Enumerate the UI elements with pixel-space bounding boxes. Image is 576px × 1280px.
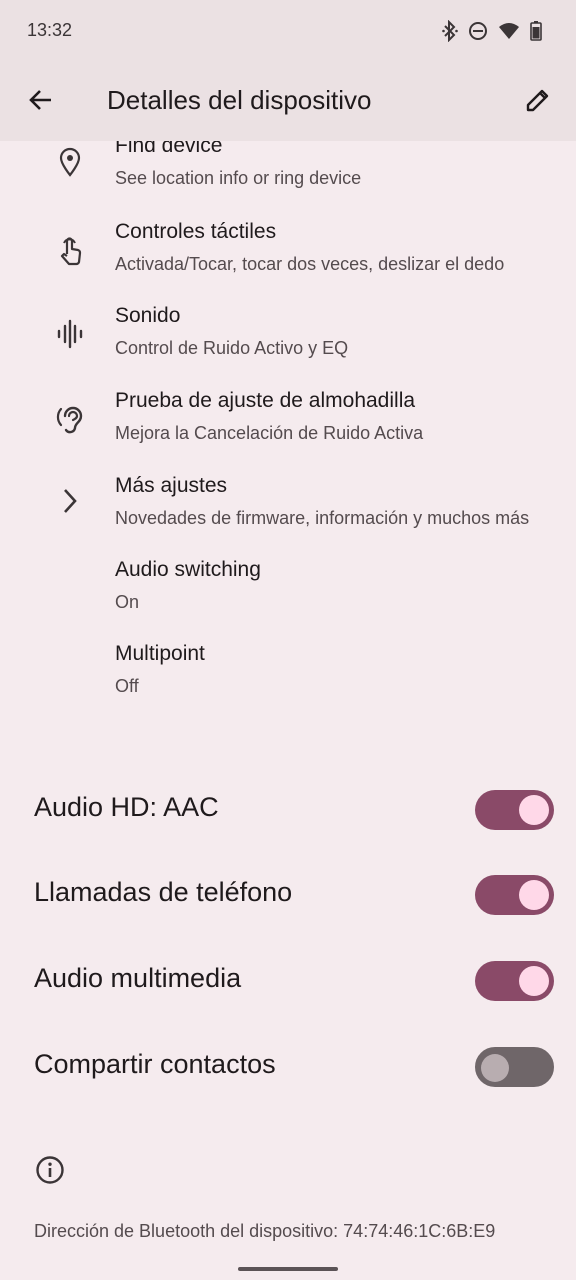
status-time: 13:32 <box>27 20 73 40</box>
sound-wave-icon <box>50 314 90 354</box>
bluetooth-address: Dirección de Bluetooth del dispositivo: … <box>34 1221 496 1241</box>
media-audio-switch[interactable] <box>475 961 554 1001</box>
phone-calls-switch[interactable] <box>475 875 554 915</box>
back-button[interactable] <box>22 84 58 120</box>
location-pin-icon <box>50 142 90 182</box>
contact-sharing-switch[interactable] <box>475 1047 554 1087</box>
switch-thumb <box>481 1054 509 1082</box>
status-icons <box>442 18 542 44</box>
list-item-subtitle: See location info or ring device <box>115 168 362 188</box>
page-title: Detalles del dispositivo <box>107 85 372 115</box>
toggle-row-media-audio[interactable]: Audio multimedia <box>0 941 576 1021</box>
settings-list: Find device See location info or ring de… <box>0 141 576 741</box>
pencil-icon <box>525 87 551 118</box>
list-item-title: Más ajustes <box>115 474 228 497</box>
list-item-subtitle: Control de Ruido Activo y EQ <box>115 338 349 358</box>
switch-thumb <box>519 966 549 996</box>
list-item-touch-controls[interactable]: Controles táctiles Activada/Tocar, tocar… <box>0 216 576 300</box>
list-item-title: Controles táctiles <box>115 220 277 243</box>
list-item-subtitle: On <box>115 592 140 612</box>
list-item-title: Find device <box>115 141 223 157</box>
edit-button[interactable] <box>520 84 556 120</box>
list-item-subtitle: Activada/Tocar, tocar dos veces, desliza… <box>115 254 505 274</box>
list-item-subtitle: Novedades de firmware, información y muc… <box>115 508 530 528</box>
toggle-row-contact-sharing[interactable]: Compartir contactos <box>0 1027 576 1107</box>
toggle-label: Compartir contactos <box>34 1049 276 1079</box>
list-item-title: Audio switching <box>115 558 261 581</box>
switch-thumb <box>519 795 549 825</box>
switch-thumb <box>519 880 549 910</box>
list-item-subtitle: Off <box>115 676 139 696</box>
list-item-more-settings[interactable]: Más ajustes Novedades de firmware, infor… <box>0 469 576 553</box>
toggle-label: Llamadas de teléfono <box>34 877 293 907</box>
list-item-ear-tip-fit[interactable]: Prueba de ajuste de almohadilla Mejora l… <box>0 384 576 468</box>
touch-icon <box>50 230 90 270</box>
bluetooth-icon <box>442 20 458 42</box>
arrow-back-icon <box>27 87 53 118</box>
navigation-handle[interactable] <box>238 1267 338 1271</box>
wifi-icon <box>498 22 520 40</box>
list-item-title: Multipoint <box>115 642 205 665</box>
toggle-row-phone-calls[interactable]: Llamadas de teléfono <box>0 855 576 935</box>
toggle-row-audio-hd[interactable]: Audio HD: AAC <box>0 770 576 850</box>
app-bar: Detalles del dispositivo <box>0 62 576 141</box>
battery-icon <box>530 21 542 41</box>
toggle-label: Audio multimedia <box>34 963 242 993</box>
list-item-audio-switching[interactable]: Audio switching On <box>0 553 576 637</box>
list-item-multipoint[interactable]: Multipoint Off <box>0 637 576 721</box>
list-item-find-device[interactable]: Find device See location info or ring de… <box>0 141 576 216</box>
chevron-right-icon <box>50 481 90 521</box>
list-item-subtitle: Mejora la Cancelación de Ruido Activa <box>115 423 424 443</box>
ear-icon <box>50 399 90 439</box>
list-item-sound[interactable]: Sonido Control de Ruido Activo y EQ <box>0 300 576 384</box>
info-icon <box>34 1154 66 1186</box>
status-bar: 13:32 <box>0 0 576 62</box>
audio-hd-switch[interactable] <box>475 790 554 830</box>
do-not-disturb-icon <box>468 21 488 41</box>
list-item-title: Sonido <box>115 304 181 327</box>
list-item-title: Prueba de ajuste de almohadilla <box>115 389 416 412</box>
toggle-label: Audio HD: AAC <box>34 792 219 822</box>
